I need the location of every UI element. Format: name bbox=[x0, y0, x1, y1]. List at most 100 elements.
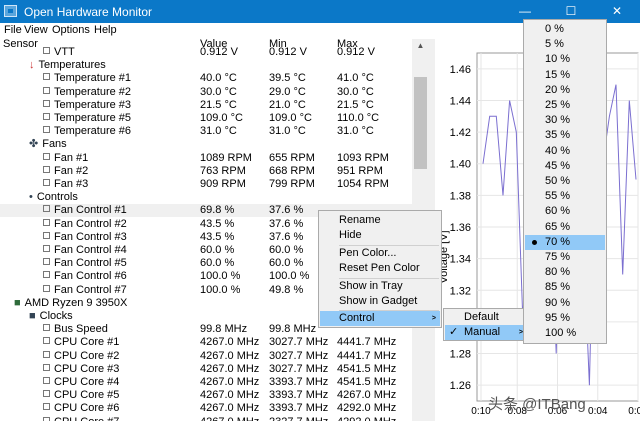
percent-option[interactable]: 100 % bbox=[525, 326, 605, 341]
menu-rename[interactable]: Rename bbox=[320, 213, 440, 228]
sensor-value: 60.0 % bbox=[200, 257, 235, 270]
checkbox-icon[interactable] bbox=[43, 126, 50, 134]
percent-option[interactable]: 0 % bbox=[525, 22, 605, 37]
checkbox-icon[interactable] bbox=[43, 73, 50, 81]
sensor-row[interactable]: Temperature #6 31.0 °C 31.0 °C 31.0 °C bbox=[0, 125, 412, 138]
checkbox-icon[interactable] bbox=[43, 377, 50, 384]
checkbox-icon[interactable] bbox=[43, 205, 50, 213]
menu-show-in-gadget[interactable]: Show in Gadget bbox=[320, 294, 440, 309]
sensor-name: Fan Control #5 bbox=[54, 257, 127, 270]
column-sensor[interactable]: Sensor bbox=[3, 39, 38, 47]
menu-pen-color[interactable]: Pen Color... bbox=[320, 246, 440, 261]
sensor-min: 60.0 % bbox=[269, 257, 304, 270]
column-min[interactable]: Min bbox=[269, 39, 287, 47]
x-tick-label: 0:04 bbox=[588, 406, 608, 417]
menu-file[interactable]: File bbox=[4, 24, 22, 36]
group-row[interactable]: • Controls bbox=[0, 191, 412, 204]
percent-option[interactable]: 50 % bbox=[525, 174, 605, 189]
percent-option[interactable]: 90 % bbox=[525, 296, 605, 311]
checkbox-icon[interactable] bbox=[43, 179, 50, 186]
checkbox-icon[interactable] bbox=[43, 245, 50, 252]
sensor-value: 763 RPM bbox=[200, 164, 246, 177]
sensor-row[interactable]: CPU Core #6 4267.0 MHz 3393.7 MHz 4292.0 MH… bbox=[0, 402, 412, 415]
percent-option[interactable]: 65 % bbox=[525, 220, 605, 235]
menu-manual[interactable]: ✓ Manual > bbox=[445, 325, 528, 340]
sensor-name: Temperature #5 bbox=[54, 112, 132, 124]
sensor-value: 99.8 MHz bbox=[200, 323, 248, 336]
sensor-row[interactable]: CPU Core #1 4267.0 MHz 3027.7 MHz 4441.7 MH… bbox=[0, 336, 412, 349]
sensor-row[interactable]: Fan #1 1089 RPM 655 RPM 1093 RPM bbox=[0, 152, 412, 165]
sensor-max: 4541.5 MHz bbox=[337, 376, 397, 388]
sensor-label: Fan Control #4 bbox=[43, 244, 127, 257]
scroll-up-icon[interactable]: ▲ bbox=[412, 39, 429, 53]
sensor-row[interactable]: CPU Core #3 4267.0 MHz 3027.7 MHz 4541.5 MH… bbox=[0, 363, 412, 376]
percent-option[interactable]: 5 % bbox=[525, 37, 605, 52]
percent-option[interactable]: 45 % bbox=[525, 159, 605, 174]
checkbox-icon[interactable] bbox=[43, 86, 50, 94]
sensor-row[interactable]: Temperature #5 109.0 °C 109.0 °C 110.0 °C bbox=[0, 112, 412, 125]
x-tick-label: 0:02 bbox=[628, 406, 640, 417]
sensor-row[interactable]: CPU Core #2 4267.0 MHz 3027.7 MHz 4441.7 MH… bbox=[0, 350, 412, 363]
checkbox-icon[interactable] bbox=[43, 165, 50, 173]
sensor-row[interactable]: Temperature #1 40.0 °C 39.5 °C 41.0 °C bbox=[0, 72, 412, 85]
column-max[interactable]: Max bbox=[337, 39, 358, 47]
sensor-label: CPU Core #3 bbox=[43, 363, 119, 376]
menu-reset-pen-color[interactable]: Reset Pen Color bbox=[320, 261, 440, 276]
percent-option[interactable]: 70 % bbox=[525, 234, 605, 250]
checkbox-icon[interactable] bbox=[43, 231, 50, 239]
checkbox-icon[interactable] bbox=[43, 271, 50, 279]
percent-option[interactable]: 60 % bbox=[525, 204, 605, 219]
checkbox-icon[interactable] bbox=[43, 258, 50, 266]
sensor-row[interactable]: Fan #2 763 RPM 668 RPM 951 RPM bbox=[0, 165, 412, 178]
percent-option[interactable]: 95 % bbox=[525, 311, 605, 326]
percent-label: 35 % bbox=[545, 129, 571, 142]
percent-option[interactable]: 55 % bbox=[525, 189, 605, 204]
checkbox-icon[interactable] bbox=[43, 113, 50, 120]
percent-option[interactable]: 10 % bbox=[525, 52, 605, 67]
sensor-row[interactable]: Temperature #2 30.0 °C 29.0 °C 30.0 °C bbox=[0, 86, 412, 99]
sensor-row[interactable]: Fan #3 909 RPM 799 RPM 1054 RPM bbox=[0, 178, 412, 191]
checkbox-icon[interactable] bbox=[43, 350, 50, 358]
percent-option[interactable]: 25 % bbox=[525, 98, 605, 113]
sensor-row[interactable]: Temperature #3 21.5 °C 21.0 °C 21.5 °C bbox=[0, 99, 412, 112]
sensor-min: 37.6 % bbox=[269, 230, 304, 243]
checkbox-icon[interactable] bbox=[43, 363, 50, 371]
sensor-name: VTT bbox=[54, 47, 75, 58]
percent-option[interactable]: 35 % bbox=[525, 128, 605, 143]
menu-control[interactable]: Control > bbox=[320, 311, 440, 326]
checkbox-icon[interactable] bbox=[43, 152, 50, 160]
menu-show-in-tray[interactable]: Show in Tray bbox=[320, 279, 440, 294]
menu-options[interactable]: Options bbox=[52, 24, 90, 36]
sensor-row[interactable]: CPU Core #7 4267.0 MHz 2327.7 MHz 4292.0 MH… bbox=[0, 416, 412, 421]
checkbox-icon[interactable] bbox=[43, 218, 50, 226]
sensor-name: Fan #1 bbox=[54, 151, 89, 164]
menu-hide[interactable]: Hide bbox=[320, 228, 440, 243]
checkbox-icon[interactable] bbox=[43, 99, 50, 107]
checkbox-icon[interactable] bbox=[43, 47, 50, 54]
percent-option[interactable]: 40 % bbox=[525, 144, 605, 159]
scroll-thumb[interactable] bbox=[414, 77, 427, 169]
percent-option[interactable]: 85 % bbox=[525, 280, 605, 295]
checkbox-icon[interactable] bbox=[43, 390, 50, 398]
checkbox-icon[interactable] bbox=[43, 337, 50, 345]
checkbox-icon[interactable] bbox=[43, 416, 50, 421]
percent-option[interactable]: 15 % bbox=[525, 68, 605, 83]
group-row[interactable]: ↓ Temperatures bbox=[0, 59, 412, 72]
checkbox-icon[interactable] bbox=[43, 403, 50, 411]
sensor-row[interactable]: CPU Core #5 4267.0 MHz 3393.7 MHz 4267.0 MH… bbox=[0, 389, 412, 402]
sensor-min: 60.0 % bbox=[269, 244, 304, 256]
percent-option[interactable]: 75 % bbox=[525, 250, 605, 265]
sensor-row[interactable]: VTT 0.912 V 0.912 V 0.912 V bbox=[0, 47, 412, 59]
sensor-value: 109.0 °C bbox=[200, 112, 243, 124]
menu-help[interactable]: Help bbox=[94, 24, 117, 36]
menu-default[interactable]: Default bbox=[445, 310, 528, 325]
sensor-row[interactable]: CPU Core #4 4267.0 MHz 3393.7 MHz 4541.5 MH… bbox=[0, 376, 412, 389]
percent-option[interactable]: 30 % bbox=[525, 113, 605, 128]
checkbox-icon[interactable] bbox=[43, 324, 50, 332]
menu-view[interactable]: View bbox=[24, 24, 48, 36]
percent-option[interactable]: 20 % bbox=[525, 83, 605, 98]
percent-option[interactable]: 80 % bbox=[525, 265, 605, 280]
checkbox-icon[interactable] bbox=[43, 284, 50, 292]
group-row[interactable]: ✤ Fans bbox=[0, 138, 412, 151]
column-value[interactable]: Value bbox=[200, 39, 227, 47]
